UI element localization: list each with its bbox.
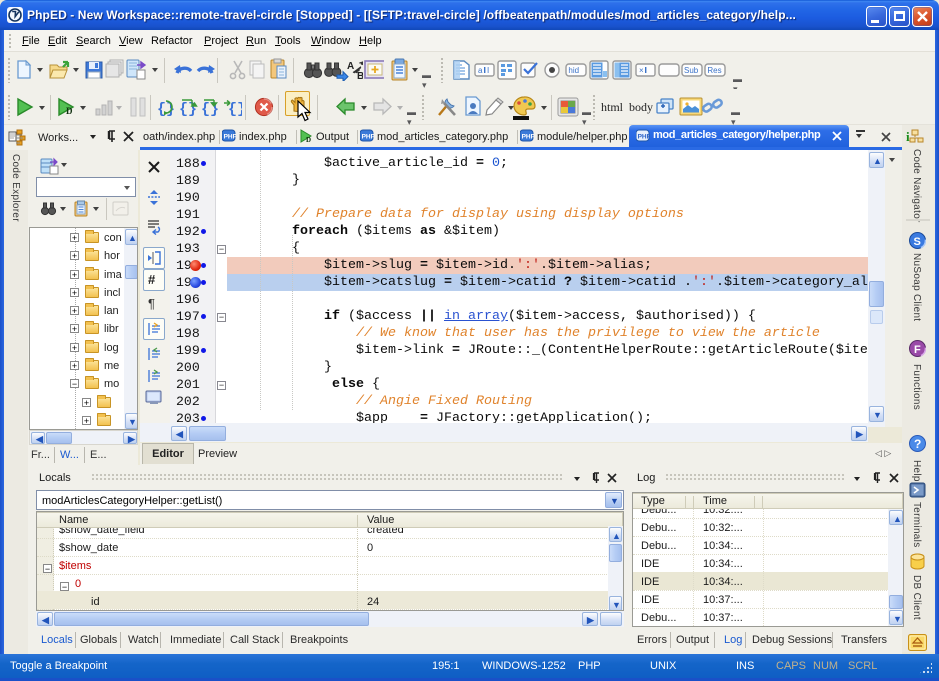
svg-text:Sub: Sub bbox=[684, 66, 699, 75]
svg-text:D: D bbox=[66, 106, 73, 116]
svg-text:I: I bbox=[487, 66, 489, 75]
svg-text:PHP: PHP bbox=[638, 134, 650, 141]
svg-text:F: F bbox=[914, 344, 921, 356]
svg-text:Res: Res bbox=[707, 66, 721, 75]
svg-text:hid: hid bbox=[568, 66, 579, 75]
svg-text:A: A bbox=[347, 61, 354, 72]
svg-text:×: × bbox=[639, 66, 644, 75]
svg-text:PHP: PHP bbox=[362, 134, 374, 141]
svg-text:a: a bbox=[478, 66, 483, 75]
svg-text:PHP: PHP bbox=[522, 134, 534, 141]
svg-text:i: i bbox=[906, 129, 910, 144]
svg-text:D: D bbox=[306, 136, 311, 143]
svg-text:PHP: PHP bbox=[224, 134, 236, 141]
svg-text:?: ? bbox=[914, 437, 921, 451]
svg-text:S: S bbox=[914, 236, 921, 248]
svg-text:B: B bbox=[357, 71, 363, 81]
